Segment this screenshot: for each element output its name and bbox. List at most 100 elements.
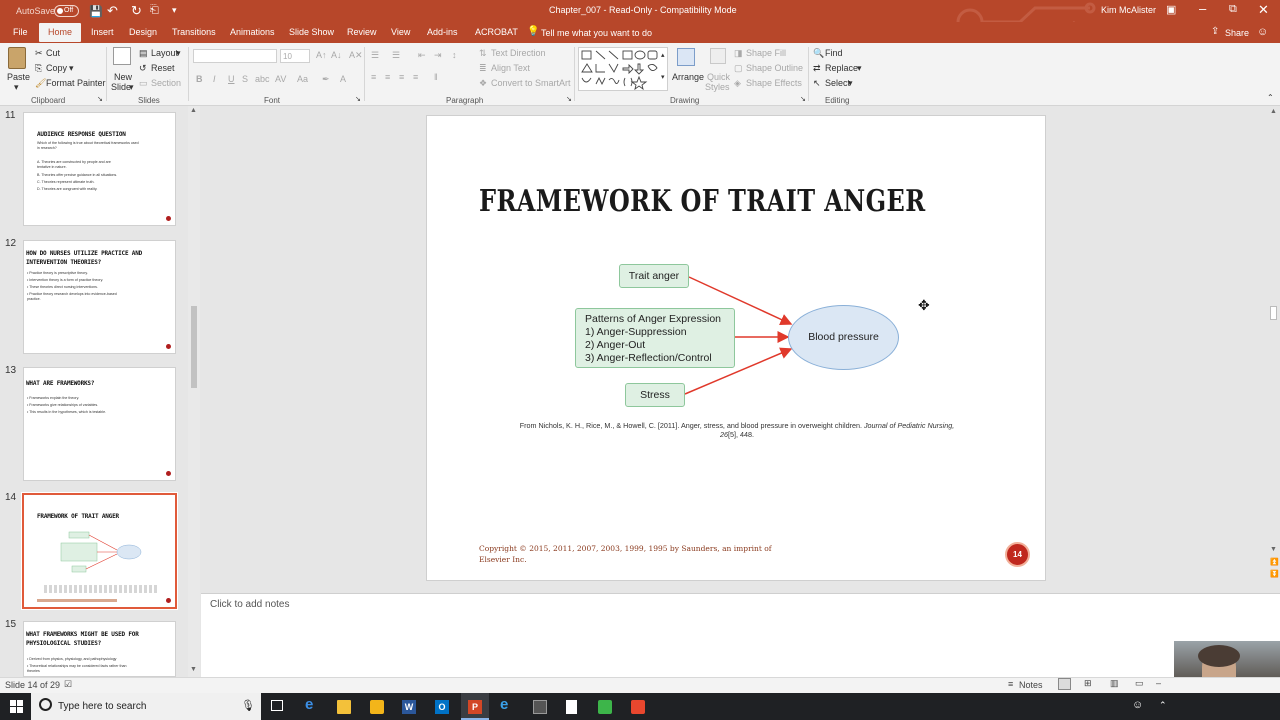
paste-button[interactable]: Paste — [7, 72, 30, 82]
comments-icon[interactable]: ☺ — [1257, 26, 1268, 38]
layout-button[interactable]: Layout — [151, 48, 178, 58]
reset-button[interactable]: Reset — [151, 63, 175, 73]
grow-font-icon[interactable]: A↑ — [316, 50, 327, 60]
format-painter-button[interactable]: Format Painter — [46, 78, 106, 88]
bullets-icon[interactable]: ☰ — [371, 50, 379, 61]
present-icon[interactable]: ⎗ — [150, 4, 159, 17]
tab-transitions[interactable]: Transitions — [172, 27, 216, 37]
cut-button[interactable]: Cut — [46, 48, 60, 58]
scroll-thumb[interactable] — [191, 306, 197, 388]
shapes-scroll-icon[interactable]: ▴ — [661, 51, 665, 59]
slideshow-view-icon[interactable]: ▭ — [1135, 678, 1144, 689]
italic-button[interactable]: I — [213, 74, 216, 84]
select-button[interactable]: Select — [825, 78, 850, 88]
edge-icon[interactable]: e — [305, 696, 319, 713]
shape-outline-button[interactable]: Shape Outline — [746, 63, 803, 73]
copy-button[interactable]: Copy — [46, 63, 67, 73]
box-patterns[interactable]: Patterns of Anger Expression 1) Anger-Su… — [575, 308, 735, 368]
find-button[interactable]: Find — [825, 48, 843, 58]
copy-dropdown-icon[interactable]: ▾ — [69, 63, 74, 74]
user-name[interactable]: Kim McAlister — [1101, 5, 1156, 15]
clipboard-launcher-icon[interactable]: ↘ — [97, 95, 103, 103]
replace-dropdown-icon[interactable]: ▾ — [857, 63, 862, 74]
spelling-icon[interactable]: ☑ — [64, 679, 72, 690]
people-icon[interactable]: ☺ — [1132, 699, 1143, 711]
paragraph-launcher-icon[interactable]: ↘ — [566, 95, 572, 103]
quick-styles-button[interactable]: Quick — [707, 72, 730, 82]
windows-start-icon[interactable] — [10, 700, 23, 713]
change-case-icon[interactable]: Aa — [297, 74, 308, 84]
editor-scrollbar[interactable]: ▲ ▼ ⏫ ⏬ — [1267, 106, 1280, 593]
clear-format-icon[interactable]: A✕ — [349, 50, 363, 61]
scroll-down-icon[interactable]: ▼ — [190, 666, 197, 673]
tab-file[interactable]: File — [13, 27, 28, 37]
microphone-icon[interactable]: 🎙 — [241, 699, 255, 712]
box-stress[interactable]: Stress — [625, 383, 685, 407]
customize-qat-icon[interactable]: ▾ — [172, 5, 177, 16]
recorder-icon[interactable] — [631, 700, 645, 714]
bold-button[interactable]: B — [196, 74, 203, 84]
zoom-out-icon[interactable]: – — [1156, 678, 1161, 688]
scroll-thumb[interactable] — [1270, 306, 1277, 320]
notes-pane[interactable]: Click to add notes — [201, 593, 1280, 678]
tab-slide-show[interactable]: Slide Show — [289, 27, 334, 37]
tab-animations[interactable]: Animations — [230, 27, 275, 37]
redo-icon[interactable]: ↻ — [131, 3, 142, 19]
columns-icon[interactable]: ‖ — [434, 72, 438, 82]
powerpoint-icon[interactable]: P — [468, 700, 482, 714]
decrease-indent-icon[interactable]: ⇤ — [418, 50, 426, 61]
convert-smartart-button[interactable]: Convert to SmartArt — [491, 78, 571, 88]
tab-home[interactable]: Home — [39, 23, 82, 42]
notes-button[interactable]: Notes — [1019, 680, 1043, 690]
scroll-up-icon[interactable]: ▲ — [190, 107, 197, 114]
slide-thumbnail-14[interactable]: FRAMEWORK OF TRAIT ANGER — [21, 492, 178, 610]
file-explorer-icon[interactable] — [337, 700, 351, 714]
select-dropdown-icon[interactable]: ▾ — [848, 78, 853, 89]
slide-thumbnail-13[interactable]: WHAT ARE FRAMEWORKS? • Frameworks explai… — [23, 367, 176, 481]
minimize-icon[interactable]: – — [1199, 1, 1206, 16]
shadow-button[interactable]: S — [242, 74, 248, 84]
camtasia-icon[interactable] — [598, 700, 612, 714]
align-right-icon[interactable]: ≡ — [399, 72, 404, 82]
arrange-button[interactable]: Arrange — [672, 72, 704, 82]
word-icon[interactable]: W — [402, 700, 416, 714]
notes-placeholder[interactable]: Click to add notes — [210, 599, 290, 610]
slide-thumbnail-11[interactable]: AUDIENCE RESPONSE QUESTION Which of the … — [23, 112, 176, 226]
close-icon[interactable]: ✕ — [1258, 2, 1269, 18]
char-spacing-icon[interactable]: AV — [275, 74, 286, 84]
tab-add-ins[interactable]: Add-ins — [427, 27, 458, 37]
tell-me-box[interactable]: Tell me what you want to do — [541, 28, 652, 38]
restore-icon[interactable]: ⧉ — [1229, 3, 1237, 16]
box-trait-anger[interactable]: Trait anger — [619, 264, 689, 288]
tray-chevron-icon[interactable]: ⌃ — [1159, 700, 1167, 711]
undo-icon[interactable]: ↶ — [107, 3, 118, 19]
text-direction-button[interactable]: Text Direction — [491, 48, 546, 58]
numbering-icon[interactable]: ☰ — [392, 50, 400, 61]
justify-icon[interactable]: ≡ — [413, 72, 418, 82]
font-color-icon[interactable]: ✒ — [322, 74, 330, 85]
font-name-box[interactable] — [193, 49, 277, 63]
scroll-down-icon[interactable]: ▼ — [1270, 546, 1277, 553]
share-button[interactable]: Share — [1225, 28, 1249, 38]
section-button[interactable]: Section — [151, 78, 181, 88]
tab-review[interactable]: Review — [347, 27, 377, 37]
tab-insert[interactable]: Insert — [91, 27, 114, 37]
task-view-icon[interactable] — [271, 700, 283, 711]
shapes-more-icon[interactable]: ▾ — [661, 73, 665, 81]
font-size-box[interactable]: 10 — [280, 49, 310, 63]
align-center-icon[interactable]: ≡ — [385, 72, 390, 82]
next-slide-icon[interactable]: ⏬ — [1270, 570, 1279, 578]
ellipse-blood-pressure[interactable]: Blood pressure — [788, 305, 899, 370]
shapes-gallery[interactable] — [578, 47, 668, 91]
new-slide-button[interactable]: New — [114, 72, 132, 82]
reading-view-icon[interactable]: ▥ — [1110, 678, 1119, 689]
autosave-toggle[interactable]: Off — [54, 5, 79, 17]
underline-button[interactable]: U — [228, 74, 235, 84]
thumbnail-scrollbar[interactable]: ▲ ▼ — [188, 106, 200, 677]
ribbon-display-icon[interactable]: ▣ — [1166, 3, 1176, 16]
save-icon[interactable]: 💾 — [89, 5, 103, 18]
store-icon[interactable] — [370, 700, 384, 714]
normal-view-icon[interactable] — [1058, 678, 1071, 690]
calculator-icon[interactable] — [533, 700, 547, 714]
ie-icon[interactable]: e — [500, 696, 514, 713]
